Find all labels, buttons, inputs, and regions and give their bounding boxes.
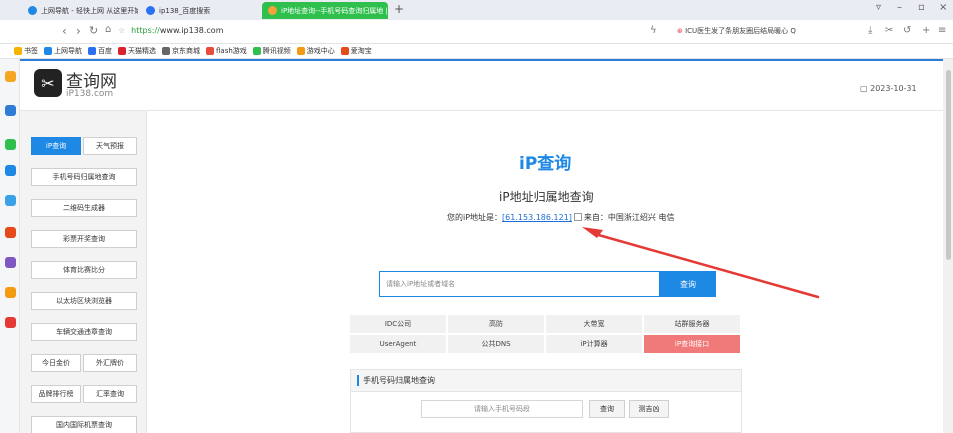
tab-favicon-icon bbox=[28, 6, 37, 15]
nav-lottery[interactable]: 彩票开奖查询 bbox=[31, 230, 137, 248]
ip-search-input[interactable] bbox=[379, 271, 660, 297]
home-icon[interactable]: ⌂ bbox=[105, 24, 111, 35]
download-icon[interactable]: ⤓ bbox=[868, 25, 872, 36]
side-app-icon[interactable] bbox=[5, 287, 16, 298]
bookmarks-bar: 书签 上网导航 百度 天猫精选 京东商城 flash游戏 腾讯视频 游戏中心 爱… bbox=[0, 44, 953, 59]
bookmark-taobao[interactable]: 爱淘宝 bbox=[340, 46, 372, 56]
nav-exchange-rate[interactable]: 汇率查询 bbox=[83, 385, 137, 403]
tab-ip-query[interactable]: iP查询 bbox=[31, 137, 81, 155]
side-app-icon[interactable] bbox=[5, 165, 16, 176]
bookmark-tmall[interactable]: 天猫精选 bbox=[118, 46, 156, 56]
ip-link[interactable]: [61.153.186.121] bbox=[502, 213, 572, 222]
link-ip-api[interactable]: iP查询接口 bbox=[643, 334, 741, 354]
news-ticker[interactable]: ⊛ ICU医生发了条朋友圈后结局暖心 Q bbox=[677, 26, 796, 36]
bookmark-video[interactable]: 腾讯视频 bbox=[252, 46, 291, 56]
nav-gold-price[interactable]: 今日金价 bbox=[31, 354, 81, 372]
link-bandwidth[interactable]: 大带宽 bbox=[545, 314, 643, 334]
bookmark-hao[interactable]: 上网导航 bbox=[44, 46, 82, 56]
wechat-icon[interactable] bbox=[5, 139, 16, 150]
link-ip-calculator[interactable]: iP计算器 bbox=[545, 334, 643, 354]
nav-qrcode[interactable]: 二维码生成器 bbox=[31, 199, 137, 217]
flash-game-icon bbox=[206, 47, 214, 55]
side-app-icon[interactable] bbox=[5, 317, 16, 328]
link-useragent[interactable]: UserAgent bbox=[349, 334, 447, 354]
broken-image-icon bbox=[573, 213, 582, 221]
site-header: ✂ 查询网 iP138.com ▢ 2023-10-31 bbox=[20, 59, 943, 111]
browser-tab-strip: 上网导航 - 轻快上网 从这里开始 ip138_百度搜索 iP地址查询--手机号… bbox=[0, 0, 953, 20]
nav-traffic[interactable]: 车辆交通违章查询 bbox=[31, 323, 137, 341]
reload-icon[interactable]: ↻ bbox=[89, 24, 98, 37]
side-app-icon[interactable] bbox=[5, 105, 16, 116]
bookmark-flash[interactable]: flash游戏 bbox=[206, 46, 247, 56]
back-icon[interactable]: ‹ bbox=[62, 24, 67, 38]
scissors-icon[interactable]: ✂ bbox=[885, 25, 893, 36]
bookmark-games[interactable]: 游戏中心 bbox=[296, 46, 335, 56]
ip-search-button[interactable]: 查询 bbox=[660, 271, 716, 297]
link-public-dns[interactable]: 公共DNS bbox=[447, 334, 545, 354]
phone-number-input[interactable] bbox=[421, 400, 583, 418]
maximize-button[interactable]: ▫ bbox=[918, 2, 925, 13]
star-icon bbox=[14, 47, 22, 55]
phone-panel-header: 手机号码归属地查询 bbox=[351, 370, 741, 392]
page-subtitle: iP地址归属地查询 bbox=[499, 190, 594, 204]
menu-lines-icon[interactable]: ≡ bbox=[938, 25, 946, 36]
side-app-icon[interactable] bbox=[5, 257, 16, 268]
browser-side-panel bbox=[0, 59, 20, 433]
url-field[interactable]: ☆ https://www.ip138.com bbox=[118, 26, 224, 35]
link-site-servers[interactable]: 站群服务器 bbox=[643, 314, 741, 334]
ip-search: 查询 bbox=[379, 271, 741, 297]
game-icon bbox=[296, 47, 305, 55]
nav-phone-location[interactable]: 手机号码归属地查询 bbox=[31, 168, 137, 186]
news-icon: ⊛ bbox=[677, 27, 683, 35]
tmall-icon bbox=[118, 47, 126, 55]
web-page: ✂ 查询网 iP138.com ▢ 2023-10-31 iP查询 天气预报 手… bbox=[20, 59, 943, 433]
link-idc[interactable]: IDC公司 bbox=[349, 314, 447, 334]
tab-favicon-icon bbox=[268, 6, 277, 15]
phone-lookup-panel: 手机号码归属地查询 查询 测吉凶 bbox=[350, 369, 742, 433]
phone-query-button[interactable]: 查询 bbox=[589, 400, 625, 418]
taobao-icon bbox=[340, 47, 349, 55]
bookmark-baidu[interactable]: 百度 bbox=[88, 46, 112, 56]
bookmark-star[interactable]: 书签 bbox=[14, 46, 38, 56]
date-label: ▢ 2023-10-31 bbox=[860, 84, 917, 93]
phone-luck-button[interactable]: 测吉凶 bbox=[629, 400, 669, 418]
undo-icon[interactable]: ↺ bbox=[903, 25, 911, 36]
tab-favicon-icon bbox=[146, 6, 155, 15]
site-logo-subtitle: iP138.com bbox=[66, 89, 114, 99]
video-icon bbox=[252, 47, 261, 55]
scrollbar-thumb[interactable] bbox=[946, 70, 951, 260]
add-icon[interactable]: + bbox=[922, 25, 930, 36]
nav-ethereum[interactable]: 以太坊区块浏览器 bbox=[31, 292, 137, 310]
nav-icon bbox=[44, 47, 52, 55]
tab-hao-nav[interactable]: 上网导航 - 轻快上网 从这里开始 bbox=[22, 2, 138, 19]
bookmark-jd[interactable]: 京东商城 bbox=[162, 46, 200, 56]
side-app-icon[interactable] bbox=[5, 71, 16, 82]
minimize-button[interactable]: – bbox=[897, 2, 902, 13]
jd-icon bbox=[162, 47, 170, 55]
address-bar: ‹ › ↻ ⌂ ☆ https://www.ip138.com ϟ ⊛ ICU医生… bbox=[0, 20, 953, 44]
tab-ip138[interactable]: iP地址查询--手机号码查询归属地 | i × bbox=[262, 2, 388, 19]
link-ddos[interactable]: 高防 bbox=[447, 314, 545, 334]
tab-baidu[interactable]: ip138_百度搜索 bbox=[140, 2, 256, 19]
left-nav: iP查询 天气预报 手机号码归属地查询 二维码生成器 彩票开奖查询 体育比赛比分… bbox=[20, 111, 147, 433]
forward-icon[interactable]: › bbox=[76, 24, 81, 38]
flash-icon[interactable]: ϟ bbox=[650, 25, 657, 36]
calendar-icon: ▢ bbox=[860, 84, 871, 93]
tab-weather[interactable]: 天气预报 bbox=[83, 137, 137, 155]
nav-forex[interactable]: 外汇牌价 bbox=[83, 354, 137, 372]
wrench-logo-icon[interactable]: ✂ bbox=[34, 69, 62, 97]
menu-icon[interactable]: ▿ bbox=[876, 2, 881, 13]
nav-flights[interactable]: 国内国际机票查询 bbox=[31, 416, 137, 433]
close-window-button[interactable]: × bbox=[939, 2, 947, 13]
star-icon[interactable]: ☆ bbox=[118, 26, 125, 35]
pdf-icon[interactable] bbox=[5, 227, 16, 238]
side-app-icon[interactable] bbox=[5, 195, 16, 206]
page-title: iP查询 bbox=[519, 154, 572, 174]
service-links: IDC公司 高防 大带宽 站群服务器 UserAgent 公共DNS iP计算器… bbox=[349, 314, 743, 354]
ip-info: 您的iP地址是：[61.153.186.121] 来自：中国浙江绍兴 电信 bbox=[447, 213, 675, 222]
nav-sports[interactable]: 体育比赛比分 bbox=[31, 261, 137, 279]
new-tab-button[interactable]: + bbox=[394, 2, 404, 16]
nav-brand-rank[interactable]: 品牌排行榜 bbox=[31, 385, 81, 403]
baidu-icon bbox=[88, 47, 96, 55]
